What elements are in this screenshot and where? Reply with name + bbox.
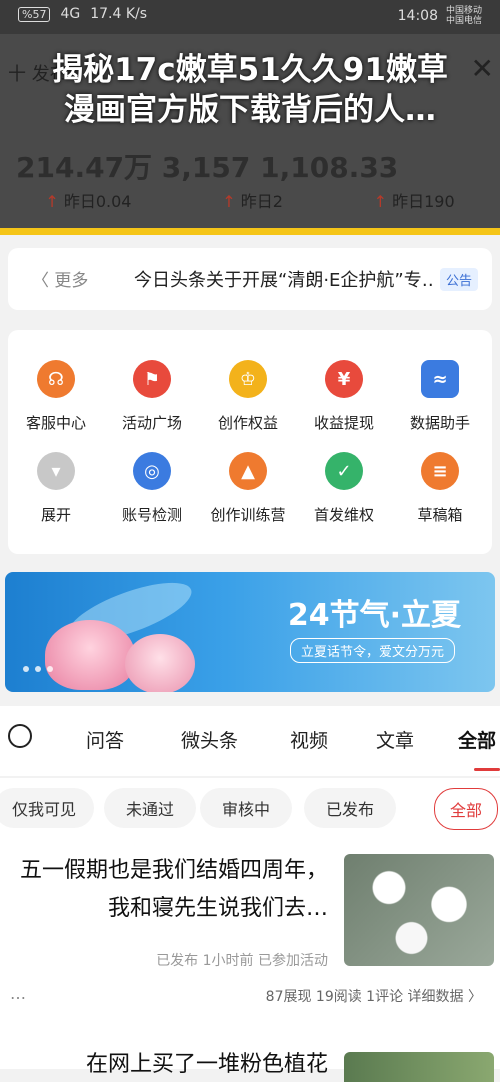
grid-item-label: 草稿箱 bbox=[417, 506, 463, 524]
lotus-bud-image bbox=[125, 634, 195, 692]
graduation-icon: ▲ bbox=[229, 452, 267, 490]
active-tab-indicator bbox=[474, 768, 500, 771]
scan-icon: ◎ bbox=[133, 452, 171, 490]
yuan-icon: ¥ bbox=[325, 360, 363, 398]
tab-micro-posts[interactable]: 微头条 bbox=[181, 726, 238, 753]
grid-item-label: 活动广场 bbox=[121, 414, 182, 432]
expand-icon: ▾ bbox=[37, 452, 75, 490]
shield-icon: ✓ bbox=[325, 452, 363, 490]
article-title[interactable]: 五一假期也是我们结婚四周年，我和寝先生说我们去… bbox=[18, 852, 328, 928]
crown-icon: ♔ bbox=[229, 360, 267, 398]
accent-divider bbox=[0, 228, 500, 235]
stats-values: 214.47万 3,157 1,108.33 bbox=[16, 151, 399, 184]
signal-icon: 4G bbox=[60, 6, 81, 22]
flag-icon: ⚑ bbox=[133, 360, 171, 398]
grid-item-label: 账号检测 bbox=[121, 506, 182, 524]
more-link[interactable]: 〈 更多 bbox=[32, 266, 88, 291]
content-feed: 五一假期也是我们结婚四周年，我和寝先生说我们去… 已发布 1小时前 已参加活动 … bbox=[0, 838, 500, 1082]
filter-chips: 全部 已发布 审核中 未通过 仅我可见 bbox=[0, 778, 500, 838]
up-arrow-icon: ↑ bbox=[45, 192, 59, 211]
chip-published[interactable]: 已发布 bbox=[304, 788, 396, 828]
clock: 14:08 bbox=[397, 8, 438, 24]
chip-rejected[interactable]: 未通过 bbox=[104, 788, 196, 828]
grid-item[interactable]: ¥ 收益提现 bbox=[296, 360, 392, 433]
up-arrow-icon: ↑ bbox=[222, 192, 236, 211]
headset-icon: ☊ bbox=[37, 360, 75, 398]
chip-all[interactable]: 全部 bbox=[434, 788, 498, 830]
tab-qa[interactable]: 问答 bbox=[86, 726, 124, 753]
grid-item-label: 创作训练营 bbox=[210, 506, 286, 524]
lotus-image bbox=[45, 620, 135, 690]
search-icon[interactable] bbox=[8, 724, 32, 748]
announcement-badge: 公告 bbox=[439, 268, 478, 291]
stat-yesterday-3: 昨日190 bbox=[392, 192, 455, 211]
article-thumbnail[interactable] bbox=[344, 854, 494, 966]
grid-item-label: 创作权益 bbox=[217, 414, 278, 432]
grid-item[interactable]: ⚑ 活动广场 bbox=[104, 360, 200, 433]
battery-icon: %57 bbox=[18, 6, 51, 22]
content-tabs: 全部 文章 视频 微头条 问答 bbox=[0, 706, 500, 776]
draft-icon: ≡ bbox=[421, 452, 459, 490]
article-meta: 已发布 1小时前 已参加活动 bbox=[156, 953, 328, 969]
grid-item-label: 首发维权 bbox=[313, 506, 374, 524]
banner-subtitle: 立夏话节令，爱文分万元 bbox=[289, 638, 455, 663]
grid-item[interactable]: ▾ 展开 bbox=[8, 452, 104, 525]
carrier-label: 中国移动 中国电信 bbox=[445, 6, 482, 26]
tab-videos[interactable]: 视频 bbox=[290, 726, 328, 753]
announcement-bar[interactable]: 公告 今日头条关于开展“清朗·E企护航”专… 〈 更多 bbox=[8, 248, 492, 310]
stat-yesterday-2: 昨日2 bbox=[240, 192, 283, 211]
grid-item-label: 数据助手 bbox=[409, 414, 470, 432]
grid-item[interactable]: ≈ 数据助手 bbox=[392, 360, 488, 433]
tab-all[interactable]: 全部 bbox=[458, 726, 496, 753]
article-stats[interactable]: 87展现 19阅读 1评论 详细数据 〉 bbox=[266, 986, 482, 1006]
article-title-2[interactable]: 在网上买了一堆粉色植花 bbox=[86, 1046, 328, 1078]
grid-item-label: 客服中心 bbox=[25, 414, 86, 432]
promo-banner[interactable]: 24节气·立夏 立夏话节令，爱文分万元 bbox=[5, 572, 495, 692]
chip-private[interactable]: 仅我可见 bbox=[0, 788, 94, 828]
grid-item[interactable]: ✓ 首发维权 bbox=[296, 452, 392, 525]
banner-title: 24节气·立夏 bbox=[287, 598, 461, 633]
tab-articles[interactable]: 文章 bbox=[376, 726, 414, 753]
up-arrow-icon: ↑ bbox=[373, 192, 387, 211]
grid-item[interactable]: ♔ 创作权益 bbox=[200, 360, 296, 433]
grid-item[interactable]: ▲ 创作训练营 bbox=[200, 452, 296, 525]
article-thumbnail-2[interactable] bbox=[344, 1052, 494, 1082]
network-speed: 17.4 K/s bbox=[90, 6, 148, 22]
announcement-text[interactable]: 今日头条关于开展“清朗·E企护航”专… bbox=[134, 266, 434, 292]
carousel-dots[interactable] bbox=[23, 666, 53, 672]
stats-row: ↑ 昨日0.04 ↑ 昨日2 ↑ 昨日190 bbox=[0, 188, 500, 212]
overlay-title: 揭秘17c嫩草51久久91嫩草 漫画官方版下载背后的人… bbox=[52, 52, 448, 128]
grid-item[interactable]: ≡ 草稿箱 bbox=[392, 452, 488, 525]
chip-reviewing[interactable]: 审核中 bbox=[200, 788, 292, 828]
grid-item-label: 展开 bbox=[40, 506, 71, 524]
grid-item-label: 收益提现 bbox=[313, 414, 374, 432]
more-options-icon[interactable]: … bbox=[10, 984, 26, 1003]
chart-icon: ≈ bbox=[421, 360, 459, 398]
tools-grid: ≈ 数据助手 ¥ 收益提现 ♔ 创作权益 ⚑ 活动广场 ☊ 客服中心 ≡ 草稿箱 ✓ 首发维权 ▲ 创作训练营… bbox=[8, 330, 492, 554]
status-bar: %57 4G 17.4 K/s 14:08 中国移动 中国电信 bbox=[0, 0, 500, 34]
grid-item[interactable]: ☊ 客服中心 bbox=[8, 360, 104, 433]
stat-yesterday-1: 昨日0.04 bbox=[63, 192, 132, 211]
grid-item[interactable]: ◎ 账号检测 bbox=[104, 452, 200, 525]
